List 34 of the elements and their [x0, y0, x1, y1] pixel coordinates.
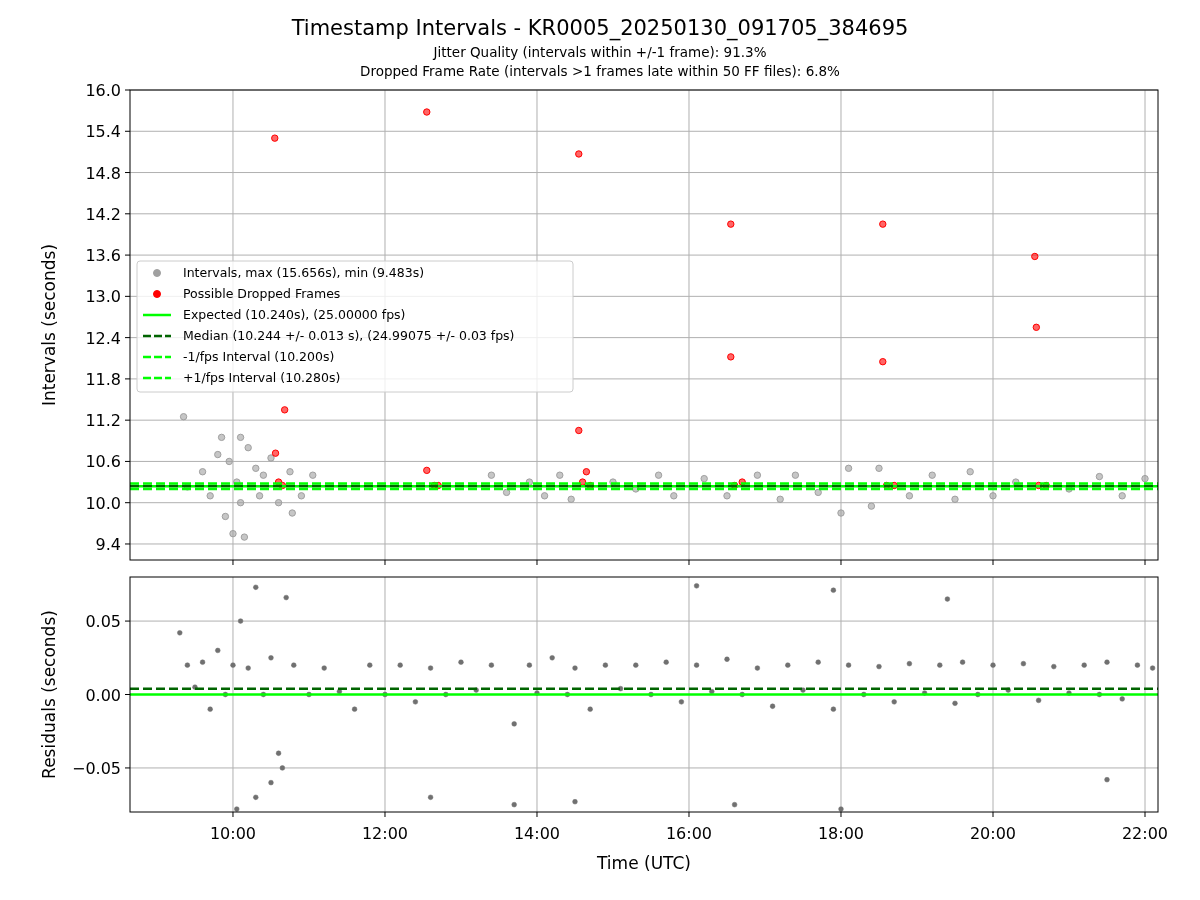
figure-subtitle: Dropped Frame Rate (intervals >1 frames late within 50 FF files): 6.8%	[360, 63, 840, 79]
tick-label: 12.4	[85, 328, 121, 348]
tick-label: 18:00	[817, 824, 865, 843]
tick-label: 16.0	[85, 81, 121, 100]
tick-label: 14.2	[85, 204, 121, 224]
tick-label: 15.4	[85, 122, 121, 142]
tick-label: 10.0	[85, 493, 121, 513]
tick-label: 0.00	[85, 685, 121, 705]
tick-label: 10.6	[85, 452, 121, 472]
tick-label: 16:00	[665, 824, 713, 843]
tick-label: 12:00	[361, 824, 409, 843]
tick-label: 13.6	[85, 246, 121, 266]
tick-label: 20:00	[969, 824, 1017, 843]
legend-label: -1/fps Interval (10.200s)	[183, 349, 335, 364]
axis-label: Time (UTC)	[597, 853, 691, 873]
tick-label: 14:00	[513, 824, 561, 843]
tick-label: 0.05	[85, 612, 121, 632]
tick-label: 13.0	[85, 287, 121, 307]
tick-label: 14.8	[85, 163, 121, 183]
tick-label: −0.05	[71, 758, 121, 778]
figure-subtitle: Jitter Quality (intervals within +/-1 frame): 91.3%	[433, 44, 767, 60]
tick-label: 22:00	[1121, 824, 1169, 843]
tick-label: 11.8	[85, 369, 121, 389]
legend-label: Expected (10.240s), (25.00000 fps)	[183, 307, 406, 322]
legend-label: Median (10.244 +/- 0.013 s), (24.99075 +/- 0.03 fps)	[183, 328, 515, 343]
axis-label: Residuals (seconds)	[39, 610, 59, 779]
legend-label: Intervals, max (15.656s), min (9.483s)	[183, 265, 425, 280]
tick-label: 9.4	[95, 534, 121, 554]
tick-label: 10:00	[209, 824, 257, 843]
legend-label: Possible Dropped Frames	[183, 286, 341, 301]
tick-label: 11.2	[85, 411, 121, 431]
axis-label: Intervals (seconds)	[39, 243, 59, 407]
legend-label: +1/fps Interval (10.280s)	[183, 370, 341, 385]
figure-title: Timestamp Intervals - KR0005_20250130_091705_384695	[291, 15, 909, 41]
